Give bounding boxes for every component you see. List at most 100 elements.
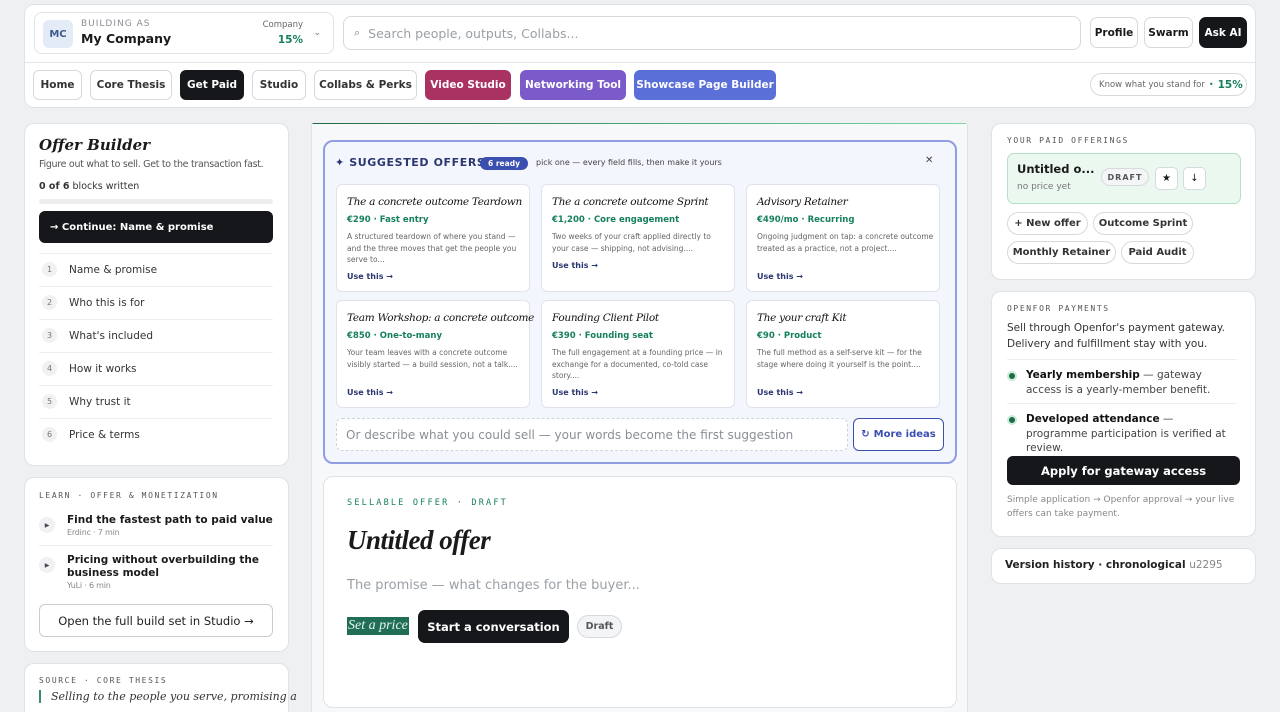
offer-builder-subtitle: Figure out what to sell. Get to the tran…	[39, 159, 264, 170]
offer-card[interactable]: Founding Client Pilot €390 · Founding se…	[541, 300, 735, 408]
offer-card[interactable]: Team Workshop: a concrete outcome €850 ·…	[336, 300, 534, 408]
more-ideas-button[interactable]: ↻ More ideas	[853, 418, 944, 451]
use-this-link[interactable]: Use this →	[757, 272, 803, 281]
ready-badge: 6 ready	[480, 157, 528, 170]
tab-video-studio[interactable]: Video Studio	[425, 70, 511, 100]
step-label: Why trust it	[69, 395, 131, 408]
offer-title-field[interactable]: Untitled offer	[347, 525, 491, 556]
blocks-count-rest: blocks written	[69, 181, 140, 192]
use-this-link[interactable]: Use this →	[552, 388, 598, 397]
use-this-link[interactable]: Use this →	[552, 261, 598, 270]
learn-item[interactable]: ▶ Pricing without overbuilding the busin…	[39, 545, 273, 590]
describe-offer-input[interactable]: Or describe what you could sell — your w…	[336, 418, 848, 451]
step-why-trust[interactable]: 5 Why trust it	[39, 385, 273, 417]
search-placeholder: Search people, outputs, Collabs...	[368, 25, 579, 41]
payments-note: Simple application → Openfor approval → …	[1007, 495, 1235, 519]
continue-button[interactable]: → Continue: Name & promise	[39, 211, 273, 243]
offer-card-price: €850 · One-to-many	[347, 331, 442, 341]
offer-card-title: Founding Client Pilot	[552, 312, 659, 324]
offer-card-desc: Ongoing judgment on tap: a concrete outc…	[757, 232, 934, 253]
outcome-sprint-chip[interactable]: Outcome Sprint	[1093, 212, 1193, 235]
blocks-count: 0 of 6 blocks written	[39, 181, 139, 192]
offering-price: no price yet	[1017, 182, 1071, 192]
offer-card[interactable]: The your craft Kit €90 · Product The ful…	[746, 300, 940, 408]
tab-studio[interactable]: Studio	[252, 70, 306, 100]
profile-button[interactable]: Profile	[1090, 17, 1138, 48]
open-studio-button[interactable]: Open the full build set in Studio →	[39, 604, 273, 637]
play-icon: ▶	[39, 517, 55, 533]
monthly-retainer-chip[interactable]: Monthly Retainer	[1007, 241, 1116, 264]
stand-dot: •	[1208, 80, 1214, 89]
stand-progress-badge[interactable]: Know what you stand for • 15%	[1090, 73, 1247, 96]
offering-status-badge: DRAFT	[1101, 168, 1149, 186]
stand-label: Know what you stand for	[1099, 79, 1205, 90]
step-whats-included[interactable]: 3 What's included	[39, 319, 273, 351]
version-history-toggle[interactable]: Version history · chronological u2295	[1005, 559, 1223, 571]
offer-card-price: €1,200 · Core engagement	[552, 215, 680, 225]
step-number: 3	[42, 328, 57, 343]
promise-field[interactable]: The promise — what changes for the buyer…	[347, 578, 640, 593]
payment-requirement: Yearly membership — gateway access is a …	[1007, 359, 1237, 397]
version-history-label: Version history · chronological	[1005, 559, 1186, 571]
step-name-promise[interactable]: 1 Name & promise	[39, 253, 273, 285]
ask-ai-button[interactable]: Ask AI	[1199, 17, 1247, 48]
new-offer-chip[interactable]: + New offer	[1007, 212, 1088, 235]
offer-card-price: €90 · Product	[757, 331, 822, 341]
use-this-link[interactable]: Use this →	[757, 388, 803, 397]
core-thesis-quote: Selling to the people you serve, promisi…	[39, 690, 297, 703]
step-label: What's included	[69, 329, 153, 342]
source-label: SOURCE · CORE THESIS	[39, 676, 168, 685]
stand-value: 15%	[1217, 78, 1243, 91]
draft-label: SELLABLE OFFER · DRAFT	[347, 498, 508, 508]
learn-item-meta: Erdinc · 7 min	[67, 528, 120, 537]
blocks-progress-bar	[39, 199, 273, 204]
close-icon[interactable]: ✕	[925, 155, 933, 166]
step-label: Price & terms	[69, 428, 140, 441]
requirement-title: Yearly membership	[1026, 369, 1140, 381]
step-how-it-works[interactable]: 4 How it works	[39, 352, 273, 384]
offer-card[interactable]: The a concrete outcome Teardown €290 · F…	[336, 184, 530, 292]
learn-item-meta: YuLi · 6 min	[67, 581, 111, 590]
step-price-terms[interactable]: 6 Price & terms	[39, 418, 273, 450]
offer-card[interactable]: Advisory Retainer €490/mo · Recurring On…	[746, 184, 940, 292]
company-label: Company	[262, 20, 303, 30]
swarm-button[interactable]: Swarm	[1144, 17, 1193, 48]
learn-item[interactable]: ▶ Find the fastest path to paid value Erd…	[39, 506, 273, 537]
org-kicker: BUILDING AS	[81, 19, 151, 29]
requirement-title: Developed attendance	[1026, 413, 1160, 425]
offer-card-price: €290 · Fast entry	[347, 215, 429, 225]
offer-card-desc: A structured teardown of where you stand…	[347, 232, 517, 264]
tab-networking-tool[interactable]: Networking Tool	[520, 70, 626, 100]
search-input[interactable]: ⌕ Search people, outputs, Collabs...	[343, 16, 1081, 50]
more-ideas-label: More ideas	[873, 429, 936, 440]
current-offering[interactable]: Untitled o... no price yet DRAFT ★ ↓	[1007, 153, 1241, 204]
step-number: 2	[42, 295, 57, 310]
offer-card[interactable]: The a concrete outcome Sprint €1,200 · C…	[541, 184, 735, 292]
use-this-link[interactable]: Use this →	[347, 388, 393, 397]
offer-card-desc: Your team leaves with a concrete outcome…	[347, 348, 518, 369]
apply-gateway-button[interactable]: Apply for gateway access	[1007, 456, 1240, 485]
org-avatar: MC	[43, 20, 73, 48]
tab-get-paid[interactable]: Get Paid	[180, 70, 244, 100]
learn-label: LEARN · OFFER & MONETIZATION	[39, 491, 219, 500]
search-icon: ⌕	[354, 26, 361, 39]
suggested-hint: pick one — every field fills, then make …	[536, 158, 722, 167]
tab-collabs-perks[interactable]: Collabs & Perks	[314, 70, 417, 100]
org-switcher[interactable]: MC BUILDING AS My Company Company 15% ⌄	[34, 12, 334, 54]
step-number: 4	[42, 361, 57, 376]
step-who-for[interactable]: 2 Who this is for	[39, 286, 273, 318]
download-icon[interactable]: ↓	[1183, 167, 1206, 190]
use-this-link[interactable]: Use this →	[347, 272, 393, 281]
offer-card-price: €490/mo · Recurring	[757, 215, 855, 225]
learn-item-title: Pricing without overbuilding the busines…	[67, 554, 260, 579]
tab-home[interactable]: Home	[33, 70, 82, 100]
set-price-field[interactable]: Set a price	[347, 617, 409, 635]
tab-core-thesis[interactable]: Core Thesis	[90, 70, 172, 100]
star-icon[interactable]: ★	[1155, 167, 1178, 190]
paid-audit-chip[interactable]: Paid Audit	[1121, 241, 1194, 264]
header-divider	[24, 62, 1256, 63]
offer-card-title: Team Workshop: a concrete outcome	[347, 312, 535, 324]
tab-showcase-page-builder[interactable]: Showcase Page Builder	[634, 70, 776, 100]
start-conversation-button[interactable]: Start a conversation	[418, 610, 569, 643]
offer-card-desc: The full engagement at a founding price …	[552, 348, 723, 380]
